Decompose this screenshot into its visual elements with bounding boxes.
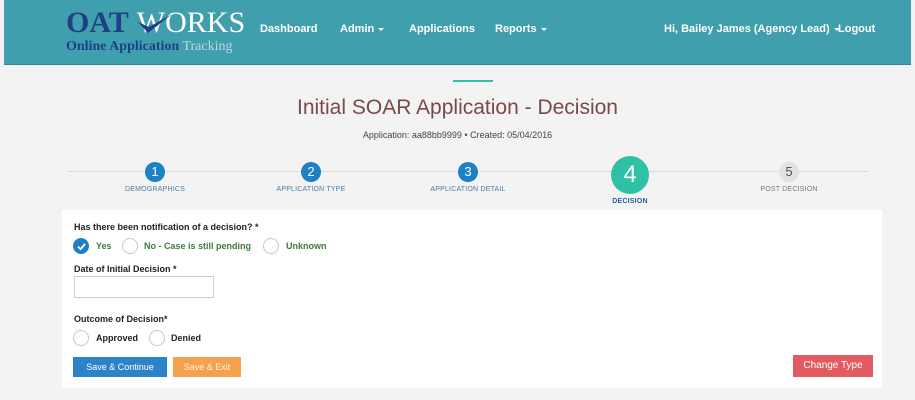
step-demographics[interactable]: 1 DEMOGRAPHICS [95, 162, 215, 193]
logo-oat-text: OAT [66, 6, 129, 39]
step-decision[interactable]: 4 DECISION [570, 156, 690, 205]
step-label: APPLICATION TYPE [276, 186, 346, 193]
radio-denied[interactable] [149, 330, 165, 346]
radio-denied-label[interactable]: Denied [171, 333, 201, 343]
radio-no-pending-label[interactable]: No - Case is still pending [144, 241, 251, 251]
nav-user-menu[interactable]: Hi, Bailey James (Agency Lead) [664, 23, 840, 35]
radio-approved-label[interactable]: Approved [96, 333, 138, 343]
step-application-detail[interactable]: 3 APPLICATION DETAIL [408, 162, 528, 193]
nav-user-label: Hi, Bailey James (Agency Lead) [664, 23, 830, 35]
nav-dashboard[interactable]: Dashboard [260, 23, 317, 35]
step-post-decision[interactable]: 5 POST DECISION [729, 162, 849, 193]
nav-logout[interactable]: Logout [838, 23, 875, 35]
radio-unknown-label[interactable]: Unknown [286, 241, 327, 251]
step-number: 1 [145, 162, 165, 182]
radio-approved[interactable] [73, 330, 89, 346]
logo-online-text: Online Application [66, 39, 180, 54]
step-number: 5 [779, 162, 799, 182]
save-exit-button[interactable]: Save & Exit [173, 357, 241, 377]
app-frame: OAT WORKS Online Application Tracking Das… [4, 0, 911, 400]
page-subtitle: Application: aa88bb9999 • Created: 05/04… [362, 130, 553, 140]
date-label: Date of Initial Decision * [74, 264, 177, 274]
nav-reports[interactable]: Reports [495, 23, 547, 35]
step-application-type[interactable]: 2 APPLICATION TYPE [251, 162, 371, 193]
step-label: DECISION [612, 198, 648, 205]
step-number: 4 [611, 156, 649, 194]
step-number: 2 [301, 162, 321, 182]
step-label: APPLICATION DETAIL [430, 186, 506, 193]
nav-applications[interactable]: Applications [409, 23, 475, 35]
caret-down-icon [540, 27, 547, 31]
step-label: POST DECISION [760, 186, 818, 193]
title-accent-line [453, 80, 493, 82]
nav-admin[interactable]: Admin [340, 23, 385, 35]
caret-down-icon [378, 27, 385, 31]
nav-admin-label: Admin [340, 23, 375, 35]
save-continue-button[interactable]: Save & Continue [73, 357, 167, 377]
radio-yes[interactable] [73, 238, 89, 254]
check-icon [77, 243, 86, 251]
radio-no-pending[interactable] [122, 238, 138, 254]
top-navbar: OAT WORKS Online Application Tracking Das… [4, 0, 911, 65]
decision-notification-question: Has there been notification of a decisio… [74, 222, 259, 232]
logo-bottom-line: Online Application Tracking [66, 39, 233, 55]
step-number: 3 [458, 162, 478, 182]
step-label: DEMOGRAPHICS [125, 186, 185, 193]
outcome-question: Outcome of Decision* [74, 314, 168, 324]
logo-tracking-text: Tracking [182, 39, 233, 54]
radio-yes-label[interactable]: Yes [96, 241, 112, 251]
radio-unknown[interactable] [263, 238, 279, 254]
date-of-initial-decision-input[interactable] [74, 276, 214, 298]
change-type-button[interactable]: Change Type [793, 355, 873, 377]
check-swoosh-icon [138, 14, 172, 33]
page-title: Initial SOAR Application - Decision [297, 96, 618, 119]
nav-reports-label: Reports [495, 23, 537, 35]
